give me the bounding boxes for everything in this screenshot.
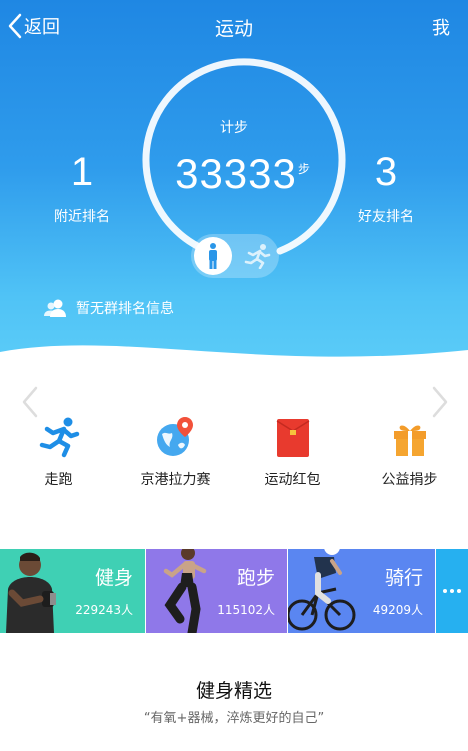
shortcut-donate-steps-label: 公益捐步 xyxy=(381,472,438,488)
gift-box-icon xyxy=(393,425,426,456)
card-running[interactable]: 跑步 115102人 xyxy=(146,549,287,633)
card-running-count: 115102人 xyxy=(217,603,275,617)
card-cycling[interactable]: 骑行 49209人 xyxy=(288,549,435,633)
shortcut-hk-rally-label: 京港拉力赛 xyxy=(140,472,211,488)
group-people-icon xyxy=(44,299,66,317)
shortcut-red-packet[interactable]: 运动红包 xyxy=(234,415,351,489)
friend-rank-label[interactable]: 好友排名 xyxy=(346,206,426,226)
featured-section-subtitle: “有氧+器械，淬炼更好的自己” xyxy=(143,711,325,726)
sport-category-cards: 健身 229243人 跑步 115102人 骑行 49209人 xyxy=(0,549,468,633)
feature-shortcuts: 走跑 京港拉力赛 运动红包 公益捐步 xyxy=(0,415,468,495)
running-athlete-image xyxy=(163,549,207,633)
more-sports-button[interactable] xyxy=(436,549,468,633)
shortcut-walk-run-label: 走跑 xyxy=(44,472,73,488)
card-fitness-title: 健身 xyxy=(94,567,133,589)
group-rank-info[interactable]: 暂无群排名信息 xyxy=(44,298,174,318)
walk-mode-knob[interactable] xyxy=(194,237,232,275)
step-count-value: 33333 xyxy=(175,150,297,197)
running-person-icon xyxy=(244,244,271,269)
more-dot xyxy=(450,589,454,593)
walking-person-icon xyxy=(209,243,217,269)
running-man-icon xyxy=(39,417,79,458)
card-fitness[interactable]: 健身 229243人 xyxy=(0,549,145,633)
nearby-rank-label[interactable]: 附近排名 xyxy=(42,206,122,226)
nearby-rank-value[interactable]: 1 xyxy=(42,150,122,195)
more-dot xyxy=(443,589,447,593)
walk-run-toggle[interactable] xyxy=(191,234,279,278)
card-cycling-count: 49209人 xyxy=(372,603,423,617)
shortcut-red-packet-label: 运动红包 xyxy=(264,472,321,488)
fitness-athlete-image xyxy=(6,552,56,633)
me-button[interactable]: 我 xyxy=(432,14,450,40)
top-navigation-bar: 返回 运动 我 xyxy=(0,0,468,52)
globe-pin-icon xyxy=(156,417,193,456)
card-cycling-title: 骑行 xyxy=(384,567,423,589)
step-count-unit: 步 xyxy=(298,162,311,176)
friend-rank-value[interactable]: 3 xyxy=(346,150,426,195)
more-dot xyxy=(457,589,461,593)
card-running-title: 跑步 xyxy=(236,567,275,589)
shortcut-donate-steps[interactable]: 公益捐步 xyxy=(351,415,468,489)
group-rank-info-text: 暂无群排名信息 xyxy=(76,301,174,317)
red-envelope-icon xyxy=(276,419,309,457)
featured-section-title: 健身精选 xyxy=(195,680,272,702)
step-count-label: 计步 xyxy=(220,120,248,136)
shortcut-hk-rally[interactable]: 京港拉力赛 xyxy=(117,415,234,489)
cycling-athlete-image xyxy=(288,549,356,631)
page-title: 运动 xyxy=(214,18,253,40)
shortcut-walk-run[interactable]: 走跑 xyxy=(0,415,117,489)
card-fitness-count: 229243人 xyxy=(75,603,133,617)
